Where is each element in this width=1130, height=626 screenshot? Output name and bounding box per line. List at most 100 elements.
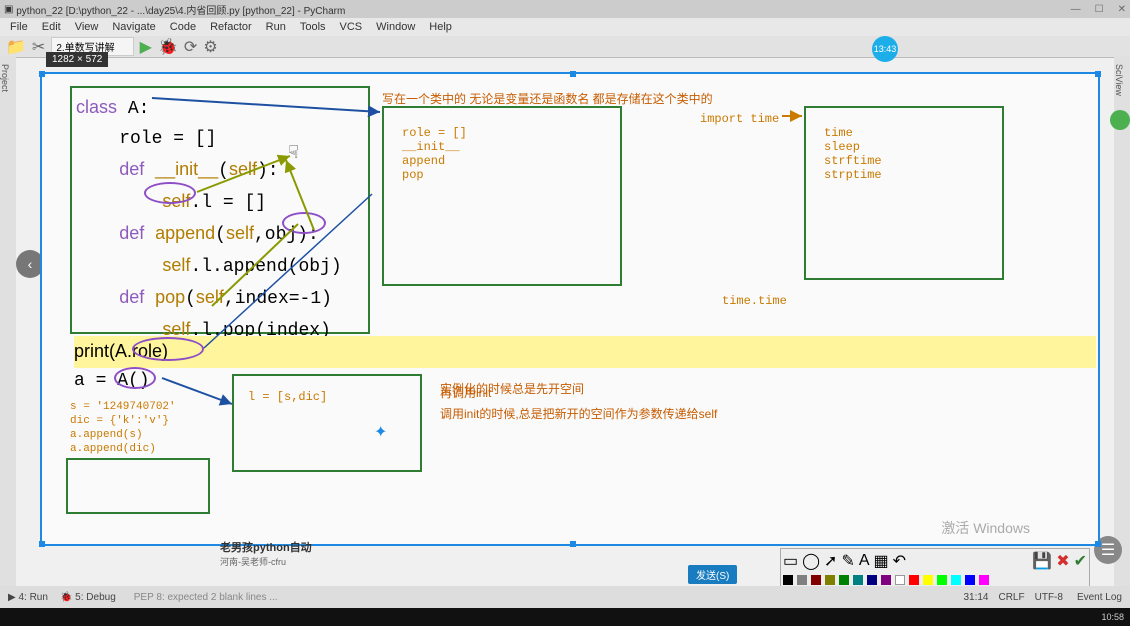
color-swatch[interactable]: [839, 575, 849, 585]
close-icon[interactable]: ✕: [1118, 4, 1126, 15]
time-module-box: time sleep strftime strptime: [804, 106, 1004, 280]
send-button[interactable]: 发送(S): [688, 565, 737, 584]
time-time-note: time.time: [722, 294, 787, 308]
color-swatch[interactable]: [853, 575, 863, 585]
tool-circle-icon[interactable]: ◯: [802, 551, 820, 571]
menu-edit[interactable]: Edit: [42, 21, 61, 33]
annotation-canvas: class A: role = [] def __init__(self): s…: [40, 72, 1100, 546]
tool-save-icon[interactable]: 💾: [1032, 551, 1052, 571]
tool-arrow-icon[interactable]: ➚: [824, 551, 837, 571]
title-bar: ▣ python_22 [D:\python_22 - ...\day25\4.…: [0, 0, 1130, 18]
menu-window[interactable]: Window: [376, 21, 415, 33]
color-palette: [781, 573, 1089, 587]
tooltip-title: 老男孩python自动: [220, 539, 312, 555]
panel-project[interactable]: Project: [0, 64, 10, 92]
menu-navigate[interactable]: Navigate: [112, 21, 155, 33]
top-note: 写在一个类中的 无论是变量还是函数名 都是存储在这个类中的: [382, 90, 713, 107]
status-hint: PEP 8: expected 2 blank lines ...: [134, 592, 278, 603]
menu-refactor[interactable]: Refactor: [210, 21, 252, 33]
tool-text-icon[interactable]: A: [859, 552, 870, 570]
status-sep: CRLF: [998, 592, 1024, 603]
mem-append: append: [402, 154, 602, 168]
sc-4: a.append(dic): [70, 442, 176, 456]
circle-self1: [144, 182, 196, 204]
menu-bar: File Edit View Navigate Code Refactor Ru…: [0, 18, 1130, 36]
instance-l: l = [s,dic]: [248, 390, 406, 404]
color-swatch[interactable]: [825, 575, 835, 585]
color-swatch[interactable]: [979, 575, 989, 585]
time-chip: 13:43: [872, 36, 898, 62]
sc-1: s = '1249740702': [70, 400, 176, 414]
window-title: python_22 [D:\python_22 - ...\day25\4.内省…: [16, 2, 345, 17]
status-bar: ▶ 4: Run 🐞 5: Debug PEP 8: expected 2 bl…: [0, 586, 1130, 608]
color-swatch[interactable]: [909, 575, 919, 585]
color-swatch[interactable]: [895, 575, 905, 585]
mem-pop: pop: [402, 168, 602, 182]
clock: 10:58: [1101, 612, 1124, 622]
color-swatch[interactable]: [797, 575, 807, 585]
class-memory-box: role = [] __init__ append pop: [382, 106, 622, 286]
circle-a-call: [114, 367, 156, 389]
mem-role: role = []: [402, 126, 602, 140]
tool-undo-icon[interactable]: ↶: [893, 551, 906, 571]
circle-a-role: [132, 337, 204, 361]
color-swatch[interactable]: [965, 575, 975, 585]
color-swatch[interactable]: [783, 575, 793, 585]
menu-help[interactable]: Help: [429, 21, 452, 33]
sc-2: dic = {'k':'v'}: [70, 414, 176, 428]
right-tool-strip: SciView: [1114, 56, 1130, 586]
import-time-label: import time: [700, 112, 779, 126]
main-toolbar: 📁 ✂ 2.单数写讲解 ▶ 🐞 ⟳ ⚙: [0, 36, 1130, 58]
note-2: 再调用init: [440, 384, 717, 401]
color-swatch[interactable]: [811, 575, 821, 585]
menu-view[interactable]: View: [75, 21, 99, 33]
folder-icon[interactable]: 📁: [6, 37, 26, 57]
gear-icon[interactable]: ⚙: [203, 37, 217, 57]
status-pos: 31:14: [963, 592, 988, 603]
tool-cancel-icon[interactable]: ✖: [1056, 551, 1069, 571]
windows-watermark: 激活 Windows: [941, 518, 1030, 538]
tool-pen-icon[interactable]: ✎: [841, 551, 854, 571]
scissors-icon[interactable]: ✂: [32, 37, 45, 57]
menu-vcs[interactable]: VCS: [340, 21, 363, 33]
minimize-icon[interactable]: —: [1071, 4, 1081, 15]
run-tool[interactable]: ▶ 4: Run: [8, 592, 48, 603]
stop-icon[interactable]: ⟳: [184, 37, 197, 57]
drawing-toolbar: ▭ ◯ ➚ ✎ A ▦ ↶ 💾 ✖ ✔: [780, 548, 1090, 588]
color-swatch[interactable]: [881, 575, 891, 585]
tool-blur-icon[interactable]: ▦: [874, 551, 889, 571]
tool-rect-icon[interactable]: ▭: [783, 551, 798, 571]
small-code-block: s = '1249740702' dic = {'k':'v'} a.appen…: [70, 400, 176, 456]
time-strptime: strptime: [824, 168, 984, 182]
menu-code[interactable]: Code: [170, 21, 196, 33]
code-print-line: print(A.role): [74, 336, 1096, 368]
color-swatch[interactable]: [867, 575, 877, 585]
instance-memory-box: l = [s,dic] ✦: [232, 374, 422, 472]
sc-3: a.append(s): [70, 428, 176, 442]
note-3: 调用init的时候,总是把新开的空间作为参数传递给self: [440, 405, 717, 422]
circle-obj: [282, 212, 326, 234]
green-chip-icon: [1110, 110, 1130, 130]
menu-tools[interactable]: Tools: [300, 21, 326, 33]
color-swatch[interactable]: [937, 575, 947, 585]
class-code-box: class A: role = [] def __init__(self): s…: [70, 86, 370, 334]
left-tool-strip: Project: [0, 56, 16, 586]
debug-tool[interactable]: 🐞 5: Debug: [60, 592, 116, 603]
tool-confirm-icon[interactable]: ✔: [1074, 551, 1087, 571]
cross-icon: ✦: [374, 422, 387, 442]
color-swatch[interactable]: [923, 575, 933, 585]
menu-file[interactable]: File: [10, 21, 28, 33]
maximize-icon[interactable]: ☐: [1095, 4, 1104, 15]
debug-icon[interactable]: 🐞: [158, 37, 178, 57]
tooltip-sub: 河南-吴老师-cfru: [220, 555, 312, 568]
instance-notes: 实例化的时候总是先开空间 再调用init 调用init的时候,总是把新开的空间作…: [440, 380, 717, 414]
chat-tooltip: 老男孩python自动 河南-吴老师-cfru: [220, 539, 312, 568]
run-icon[interactable]: ▶: [140, 37, 152, 57]
panel-sciview[interactable]: SciView: [1114, 64, 1124, 96]
status-enc: UTF-8: [1035, 592, 1063, 603]
app-icon: ▣: [4, 4, 13, 15]
color-swatch[interactable]: [951, 575, 961, 585]
event-log[interactable]: Event Log: [1077, 592, 1122, 603]
time-time: time: [824, 126, 984, 140]
menu-run[interactable]: Run: [266, 21, 286, 33]
